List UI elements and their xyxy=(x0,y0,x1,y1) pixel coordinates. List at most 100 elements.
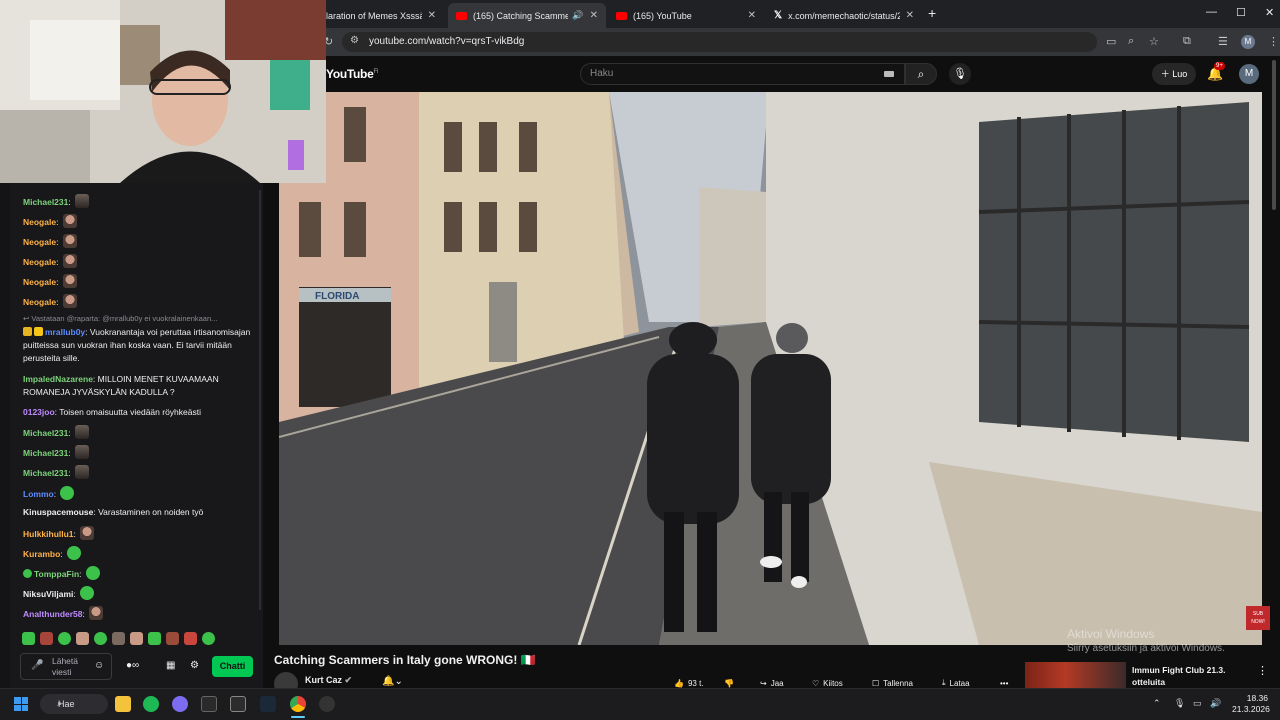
subscribe-watermark[interactable]: SUB NOW! xyxy=(1246,606,1270,630)
steam-icon[interactable] xyxy=(260,696,276,712)
volume-icon[interactable]: 🔊 xyxy=(1210,698,1221,709)
youtube-avatar[interactable]: M xyxy=(1239,64,1259,84)
reading-list-icon[interactable]: ☰ xyxy=(1218,35,1228,48)
microphone-icon[interactable]: 🎤 xyxy=(31,660,43,671)
emote-icon[interactable] xyxy=(202,632,215,645)
recommended-video-thumbnail[interactable] xyxy=(1025,662,1126,688)
emote-icon[interactable] xyxy=(112,632,125,645)
store-icon[interactable]: ▦ xyxy=(166,660,175,671)
chat-username[interactable]: Michael231 xyxy=(23,197,68,207)
close-icon[interactable]: ✕ xyxy=(906,10,914,21)
chat-username[interactable]: 0123joo xyxy=(23,407,55,417)
browser-tab-youtube[interactable]: (165) YouTube ✕ xyxy=(608,3,764,28)
recommended-video-title[interactable]: Immun Fight Club 21.3. otteluita xyxy=(1132,664,1242,688)
taskbar-search[interactable]: Hae xyxy=(40,694,108,714)
chat-username[interactable]: ImpaledNazarene xyxy=(23,374,93,384)
browser-tab-catching-scammers[interactable]: (165) Catching Scammers in 🔊 ✕ xyxy=(448,3,606,28)
chat-scrollbar[interactable] xyxy=(259,190,261,610)
extensions-icon[interactable]: ⧉ xyxy=(1183,35,1191,48)
create-button[interactable]: ＋ Luo xyxy=(1152,63,1196,85)
emote-icon[interactable] xyxy=(58,632,71,645)
new-tab-button[interactable]: + xyxy=(928,5,936,21)
maximize-icon[interactable]: ☐ xyxy=(1236,6,1246,19)
discord-icon[interactable] xyxy=(172,696,188,712)
obs-icon[interactable] xyxy=(319,696,335,712)
speaker-icon[interactable]: 🔊 xyxy=(572,10,583,21)
windows-start-icon[interactable] xyxy=(14,697,28,711)
chat-username[interactable]: Neogale xyxy=(23,217,56,227)
channel-name[interactable]: Kurt Caz ✔ xyxy=(305,675,352,686)
chat-username[interactable]: Kurambo xyxy=(23,549,60,559)
chrome-icon[interactable] xyxy=(290,696,306,712)
network-icon[interactable]: ▭ xyxy=(1193,698,1202,709)
close-icon[interactable]: ✕ xyxy=(748,10,756,21)
voice-search-button[interactable]: 🎙 xyxy=(949,63,971,85)
clock-time: 18.36 xyxy=(1246,693,1268,703)
zoom-icon[interactable]: ⌕ xyxy=(1128,35,1134,48)
chat-settings-gear-icon[interactable]: ⚙ xyxy=(190,660,199,671)
chat-message: Kurambo: xyxy=(23,546,253,561)
emoji-picker-icon[interactable]: ☺ xyxy=(94,660,104,671)
close-icon[interactable]: ✕ xyxy=(428,10,436,21)
browser-tab-x[interactable]: 𝕏 x.com/memechaotic/status/20 ✕ xyxy=(766,3,922,28)
chat-username[interactable]: Neogale xyxy=(23,257,56,267)
channel-points-icon[interactable]: ●∞ xyxy=(126,660,139,671)
chat-emote xyxy=(62,214,77,228)
notion-icon[interactable] xyxy=(230,696,246,712)
page-scrollbar[interactable] xyxy=(1272,60,1276,210)
tray-chevron-icon[interactable]: ⌃ xyxy=(1153,698,1161,709)
emote-icon[interactable] xyxy=(76,632,89,645)
chat-message: Kinuspacemouse: Varastaminen on noiden t… xyxy=(23,506,253,519)
chat-username[interactable]: Hulkkihullu1 xyxy=(23,529,74,539)
chat-username[interactable]: Michael231 xyxy=(23,468,68,478)
browser-tab-memes[interactable]: laration of Memes Xsssä: "C ✕ xyxy=(318,3,444,28)
emote-icon[interactable] xyxy=(148,632,161,645)
create-label: Luo xyxy=(1172,69,1188,79)
search-input[interactable] xyxy=(580,63,905,85)
chat-username[interactable]: Neogale xyxy=(23,297,56,307)
chat-username[interactable]: mrallub0y xyxy=(45,327,85,337)
cast-icon[interactable]: ▭ xyxy=(1106,35,1116,48)
youtube-logo[interactable]: YouTubeFI xyxy=(326,67,378,81)
chat-emote xyxy=(60,486,75,500)
emote-icon[interactable] xyxy=(130,632,143,645)
emote-icon[interactable] xyxy=(94,632,107,645)
url-text[interactable]: youtube.com/watch?v=qrsT-vikBdg xyxy=(369,36,524,47)
chat-username[interactable]: Analthunder58 xyxy=(23,609,83,619)
chat-message: Neogale: xyxy=(23,274,253,289)
subscribe-bell-icon[interactable]: 🔔⌄ xyxy=(382,676,403,687)
window-close-icon[interactable]: ✕ xyxy=(1265,6,1274,19)
chat-reply-context[interactable]: ↩ Vastataan @raparta: @mrallub0y ei vuok… xyxy=(23,314,217,323)
emote-icon[interactable] xyxy=(22,632,35,645)
chat-username[interactable]: Neogale xyxy=(23,277,56,287)
keyboard-icon[interactable] xyxy=(884,71,894,77)
video-player[interactable]: FLORIDA xyxy=(279,92,1262,645)
search-button[interactable]: ⌕ xyxy=(905,63,937,85)
chat-username[interactable]: Kinuspacemouse xyxy=(23,507,93,517)
file-explorer-icon[interactable] xyxy=(115,696,131,712)
chat-username[interactable]: Michael231 xyxy=(23,428,68,438)
chat-message: ImpaledNazarene: MILLOIN MENET KUVAAMAAN… xyxy=(23,373,253,399)
menu-dots-icon[interactable]: ⋮ xyxy=(1268,35,1279,48)
chat-username[interactable]: Neogale xyxy=(23,237,56,247)
minimize-icon[interactable]: — xyxy=(1206,6,1217,18)
chat-send-button[interactable]: Chatti xyxy=(212,656,253,677)
bookmark-star-icon[interactable]: ☆ xyxy=(1149,35,1159,48)
app-icon[interactable] xyxy=(201,696,217,712)
microphone-tray-icon[interactable]: 🎙 xyxy=(1174,698,1185,709)
spotify-icon[interactable] xyxy=(143,696,159,712)
save-label: Tallenna xyxy=(883,678,913,688)
browser-profile-avatar[interactable]: M xyxy=(1241,35,1255,49)
chat-username[interactable]: Michael231 xyxy=(23,448,68,458)
chat-message: 0123joo: Toisen omaisuutta viedään röyhk… xyxy=(23,406,253,419)
emote-icon[interactable] xyxy=(184,632,197,645)
emote-icon[interactable] xyxy=(40,632,53,645)
menu-dots-icon[interactable]: ⋮ xyxy=(1257,664,1268,677)
chat-username[interactable]: Lommo xyxy=(23,489,54,499)
close-icon[interactable]: ✕ xyxy=(590,10,598,21)
chat-username[interactable]: NiksuViljami xyxy=(23,589,73,599)
emote-icon[interactable] xyxy=(166,632,179,645)
chat-username[interactable]: TomppaFin xyxy=(34,569,79,579)
site-info-icon[interactable]: ⚙ xyxy=(350,35,359,46)
taskbar-clock[interactable]: 18.36 21.3.2026 xyxy=(1232,693,1270,715)
